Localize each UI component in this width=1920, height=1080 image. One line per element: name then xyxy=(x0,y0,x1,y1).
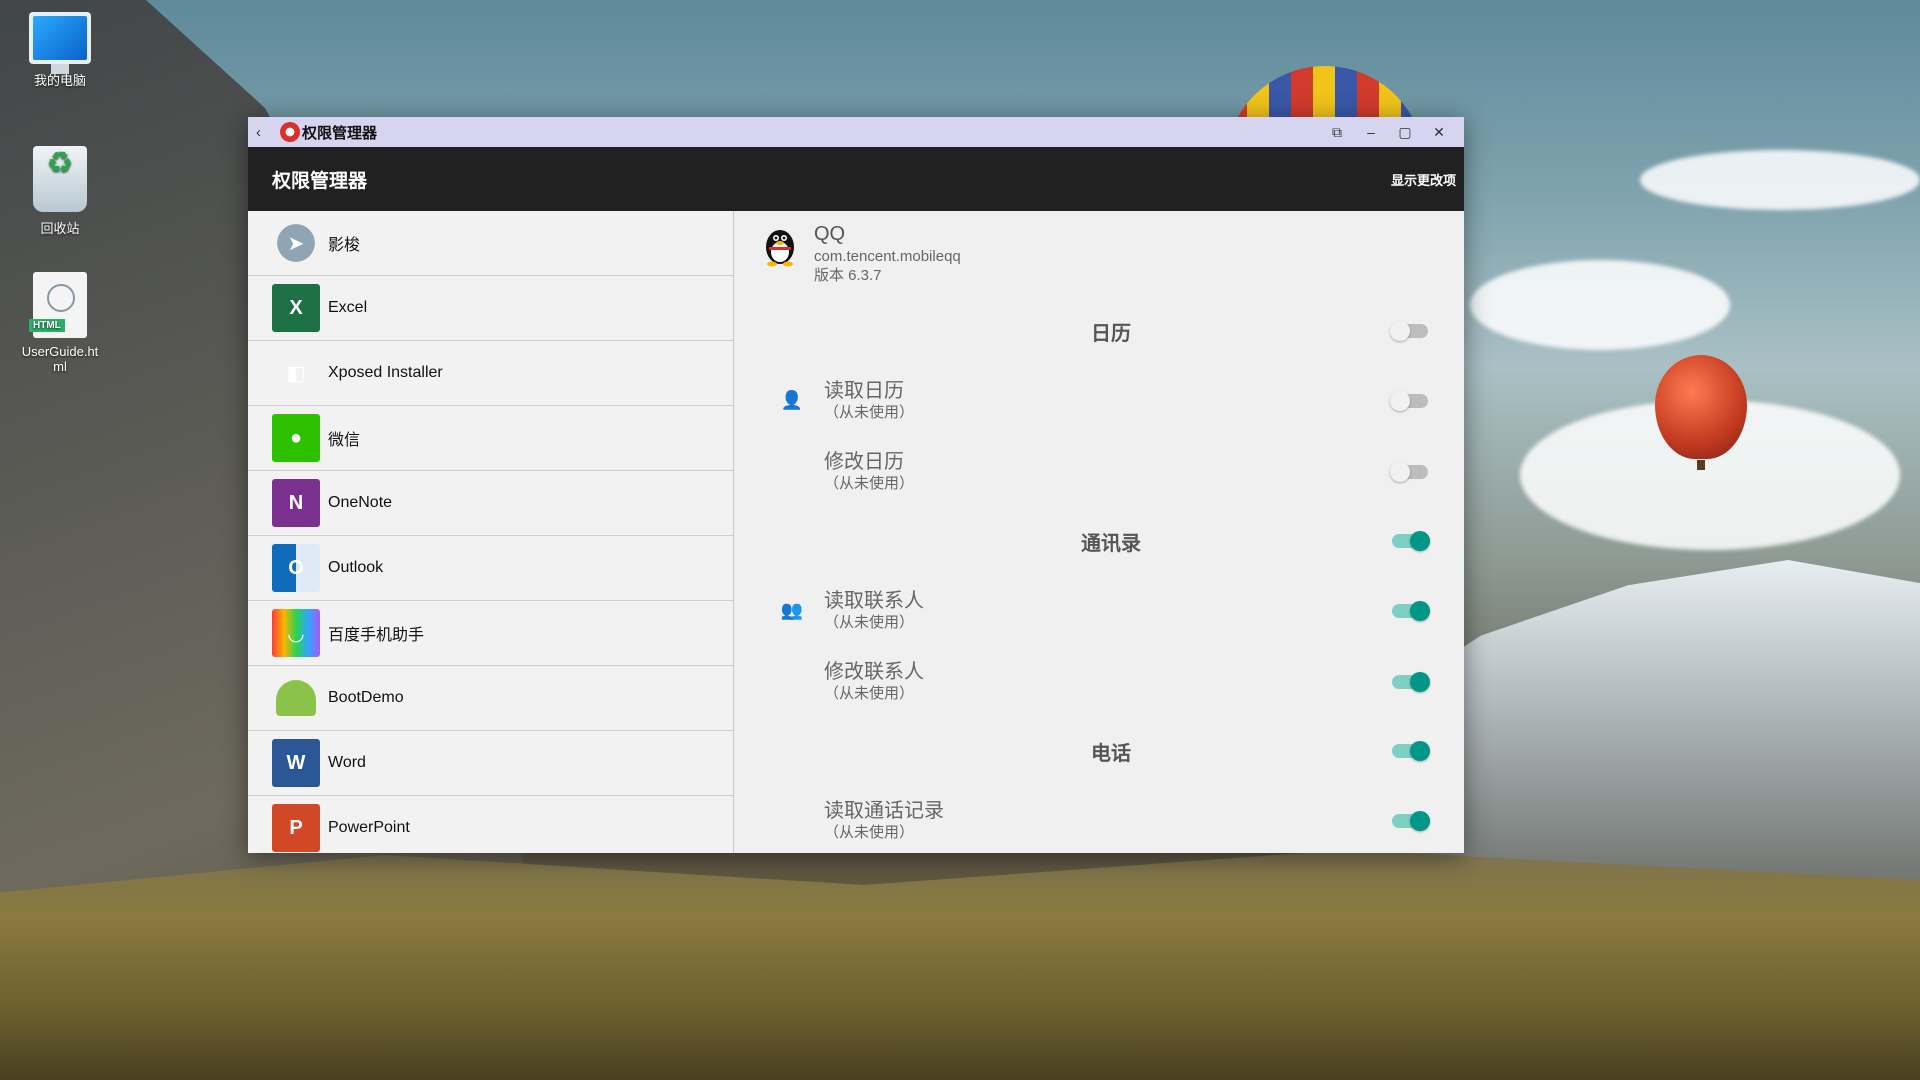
wallpaper-valley xyxy=(0,850,1920,1080)
app-list-item[interactable]: BootDemo xyxy=(248,666,733,731)
desktop-icon-label: UserGuide.html xyxy=(21,344,99,374)
app-name: QQ xyxy=(814,223,846,245)
baidu-icon: ◡ xyxy=(272,609,320,657)
app-list-item[interactable]: W Word xyxy=(248,731,733,796)
app-list-item-label: OneNote xyxy=(328,494,393,511)
wallpaper-cloud xyxy=(1640,150,1920,210)
app-header: QQ com.tencent.mobileqq 版本 6.3.7 xyxy=(758,211,1464,297)
permission-toggle-write-contacts[interactable] xyxy=(1392,671,1430,692)
desktop-icon-my-computer[interactable]: 我的电脑 xyxy=(10,12,110,89)
permission-detail-panel: QQ com.tencent.mobileqq 版本 6.3.7 日历 👤 读取… xyxy=(734,211,1464,853)
app-list-item[interactable]: N OneNote xyxy=(248,471,733,536)
permission-row: 👤 读取日历 （从未使用） xyxy=(758,365,1464,436)
group-title: 日历 xyxy=(1091,322,1131,345)
permission-row: 修改联系人 （从未使用） xyxy=(758,646,1464,717)
window-title: 权限管理器 xyxy=(302,124,378,142)
permission-group-calendar: 日历 xyxy=(758,297,1464,365)
app-list-item-label: 影梭 xyxy=(328,237,361,254)
app-logo-icon xyxy=(280,122,300,142)
android-icon xyxy=(272,674,320,722)
permission-name: 修改日历 xyxy=(824,450,904,473)
app-list-item-label: BootDemo xyxy=(328,689,404,706)
app-package: com.tencent.mobileqq xyxy=(814,248,961,265)
show-changes-button[interactable]: 显示更改项 xyxy=(1391,170,1456,189)
desktop-icon-label: 回收站 xyxy=(40,221,80,236)
permission-manager-window: ‹ 权限管理器 ⧉ – ▢ ✕ 权限管理器 显示更改项 ➤ 影梭 X Excel… xyxy=(248,117,1464,853)
excel-icon: X xyxy=(272,284,320,332)
permission-status: （从未使用） xyxy=(824,613,915,631)
app-version: 版本 6.3.7 xyxy=(814,267,882,284)
app-list-item[interactable]: O Outlook xyxy=(248,536,733,601)
app-list-item[interactable]: P PowerPoint xyxy=(248,796,733,853)
permission-group-contacts: 通讯录 xyxy=(758,507,1464,575)
page-title: 权限管理器 xyxy=(272,170,368,192)
onenote-icon: N xyxy=(272,479,320,527)
app-list-item-label: 百度手机助手 xyxy=(328,627,425,644)
permission-status: （从未使用） xyxy=(824,684,915,702)
permission-name: 修改联系人 xyxy=(824,660,924,683)
permission-toggle-read-call-log[interactable] xyxy=(1392,810,1430,831)
xposed-icon: ◧ xyxy=(286,362,306,385)
app-list-item-label: Xposed Installer xyxy=(328,364,443,381)
maximize-icon[interactable]: ▢ xyxy=(1388,117,1422,147)
permission-name: 读取通话记录 xyxy=(824,799,944,822)
desktop-icon-userguide[interactable]: HTML UserGuide.html xyxy=(10,272,110,374)
pin-icon[interactable]: ⧉ xyxy=(1320,117,1354,147)
people-icon: 👥 xyxy=(780,600,804,620)
window-titlebar: ‹ 权限管理器 ⧉ – ▢ ✕ xyxy=(248,117,1464,147)
app-list-item[interactable]: ➤ 影梭 xyxy=(248,211,733,276)
group-toggle-phone[interactable] xyxy=(1392,741,1430,761)
group-title: 电话 xyxy=(1091,742,1131,765)
powerpoint-icon: P xyxy=(272,804,320,852)
group-toggle-calendar[interactable] xyxy=(1390,321,1428,341)
group-toggle-contacts[interactable] xyxy=(1392,531,1430,551)
outlook-icon: O xyxy=(272,544,320,592)
desktop-icon-recycle-bin[interactable]: ♻ 回收站 xyxy=(10,146,110,237)
recycle-bin-icon: ♻ xyxy=(33,146,87,212)
html-file-icon: HTML xyxy=(29,272,87,338)
permission-row: 👥 读取联系人 （从未使用） xyxy=(758,575,1464,646)
action-bar: 权限管理器 显示更改项 xyxy=(248,147,1464,211)
app-list-item-label: PowerPoint xyxy=(328,819,410,836)
permission-toggle-read-calendar[interactable] xyxy=(1390,390,1428,411)
qq-penguin-icon xyxy=(766,230,794,267)
app-list-item-label: Word xyxy=(328,754,366,771)
permission-row: 读取通话记录 （从未使用） xyxy=(758,785,1464,853)
back-icon[interactable]: ‹ xyxy=(256,124,274,141)
permission-name: 读取联系人 xyxy=(824,589,924,612)
app-list-item[interactable]: ● 微信 xyxy=(248,406,733,471)
app-list-item[interactable]: ◧ Xposed Installer xyxy=(248,341,733,406)
minimize-icon[interactable]: – xyxy=(1354,117,1388,147)
permission-status: （从未使用） xyxy=(824,474,915,492)
person-icon: 👤 xyxy=(780,390,804,410)
app-list-item[interactable]: X Excel xyxy=(248,276,733,341)
wallpaper-balloon-basket xyxy=(1697,460,1705,470)
app-list-item-label: Excel xyxy=(328,299,368,316)
wallpaper-cloud xyxy=(1470,260,1730,350)
permission-toggle-read-contacts[interactable] xyxy=(1392,600,1430,621)
close-icon[interactable]: ✕ xyxy=(1422,117,1456,147)
permission-toggle-write-calendar[interactable] xyxy=(1390,461,1428,482)
group-title: 通讯录 xyxy=(1081,532,1141,555)
desktop-icon-label: 我的电脑 xyxy=(33,73,86,88)
wallpaper-balloon-small xyxy=(1655,355,1747,459)
permission-name: 读取日历 xyxy=(824,379,904,402)
app-list: ➤ 影梭 X Excel ◧ Xposed Installer ● 微信 N O… xyxy=(248,211,734,853)
app-list-item[interactable]: ◡ 百度手机助手 xyxy=(248,601,733,666)
permission-status: （从未使用） xyxy=(824,823,915,841)
permission-status: （从未使用） xyxy=(824,403,915,421)
wechat-icon: ● xyxy=(272,414,320,462)
monitor-icon xyxy=(29,12,91,74)
word-icon: W xyxy=(272,739,320,787)
app-list-item-label: Outlook xyxy=(328,559,384,576)
yingsuo-icon: ➤ xyxy=(272,219,320,267)
permission-row: 修改日历 （从未使用） xyxy=(758,436,1464,507)
app-list-item-label: 微信 xyxy=(328,432,361,449)
permission-group-phone: 电话 xyxy=(758,717,1464,785)
content-area: ➤ 影梭 X Excel ◧ Xposed Installer ● 微信 N O… xyxy=(248,211,1464,853)
